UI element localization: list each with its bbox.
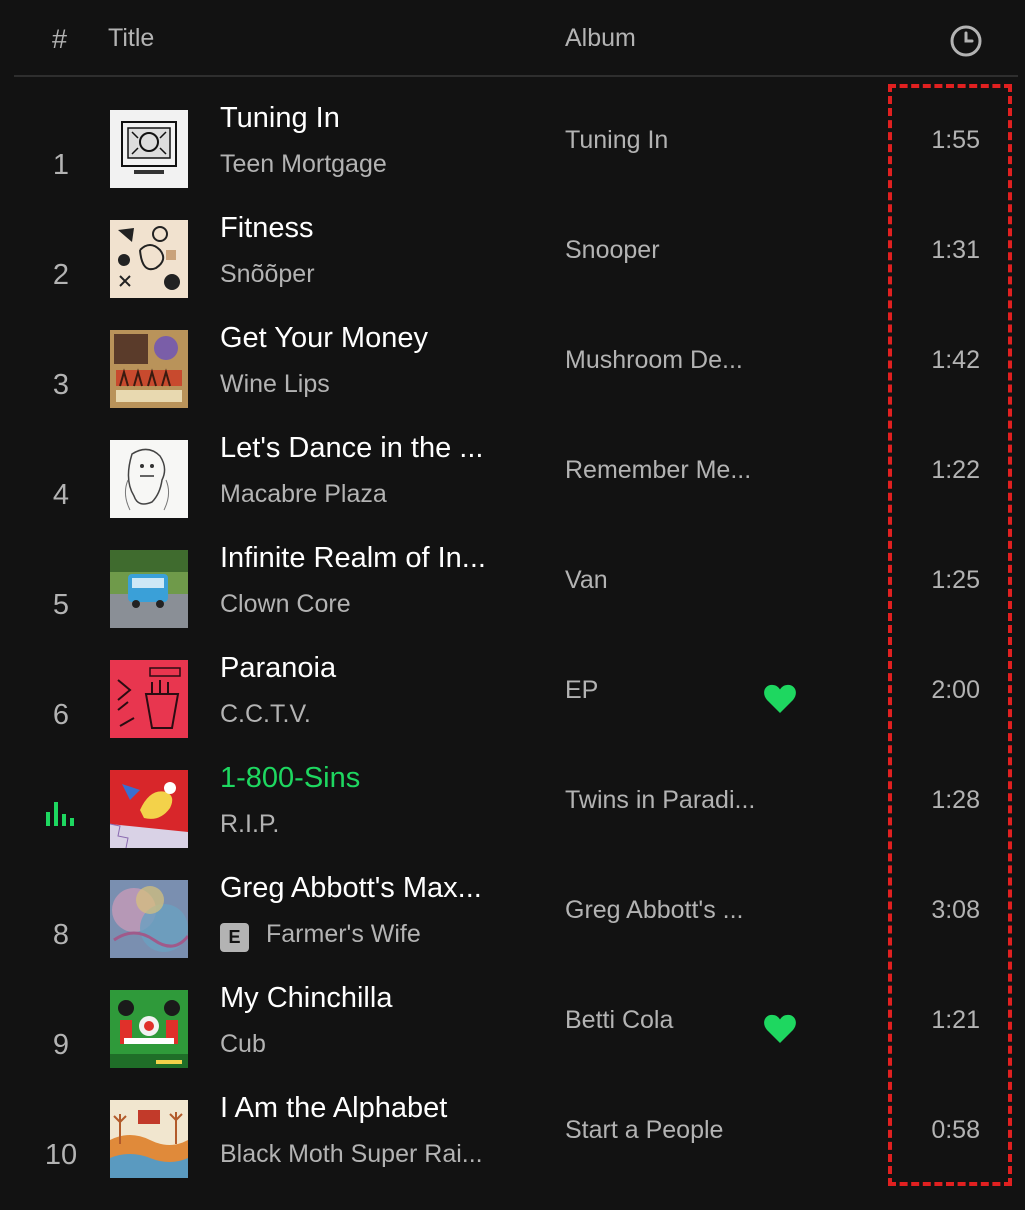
header-title-column[interactable]: Title [108,24,154,53]
track-title[interactable]: Infinite Realm of In... [220,542,520,575]
track-number: 4 [52,479,70,511]
track-album[interactable]: Van [565,566,795,595]
track-album[interactable]: Twins in Paradi... [565,786,795,815]
album-art [110,660,188,738]
track-album[interactable]: Start a People [565,1116,795,1145]
track-row[interactable]: 4 Let's Dance in the ... Macabre Plaza R… [0,432,1025,550]
header-divider [14,75,1018,77]
track-artist[interactable]: Clown Core [220,590,520,619]
track-artist[interactable]: C.C.T.V. [220,700,520,729]
track-number: 9 [52,1029,70,1061]
track-number: 8 [52,919,70,951]
track-artist[interactable]: Macabre Plaza [220,480,520,509]
track-title[interactable]: Paranoia [220,652,520,685]
heart-icon[interactable] [763,683,797,715]
album-art [110,990,188,1068]
track-row[interactable]: 1 Tuning In Teen Mortgage Tuning In 1:55 [0,102,1025,220]
track-title[interactable]: 1-800-Sins [220,762,520,795]
album-art [110,1100,188,1178]
track-album[interactable]: Mushroom De... [565,346,795,375]
album-art [110,550,188,628]
track-number: 1 [52,149,70,181]
track-artist[interactable]: Teen Mortgage [220,150,520,179]
track-number: 10 [44,1139,78,1171]
track-title[interactable]: Let's Dance in the ... [220,432,520,465]
album-art [110,440,188,518]
track-number: 2 [52,259,70,291]
album-art [110,110,188,188]
track-title[interactable]: Tuning In [220,102,520,135]
track-row[interactable]: 8 Greg Abbott's Max... E Farmer's Wife G… [0,872,1025,990]
track-album[interactable]: Snooper [565,236,795,265]
track-artist[interactable]: Wine Lips [220,370,520,399]
track-row[interactable]: 9 My Chinchilla Cub Betti Cola 1:21 [0,982,1025,1100]
track-row[interactable]: 6 Paranoia C.C.T.V. EP 2:00 [0,652,1025,770]
track-row[interactable]: 2 Fitness Snõõper Snooper 1:31 [0,212,1025,330]
duration-column-highlight [888,84,1012,1186]
track-artist[interactable]: Black Moth Super Rai... [220,1140,520,1169]
track-row[interactable]: 5 Infinite Realm of In... Clown Core Van… [0,542,1025,660]
album-art [110,330,188,408]
album-art [110,220,188,298]
track-title[interactable]: Get Your Money [220,322,520,355]
track-album[interactable]: Greg Abbott's ... [565,896,795,925]
explicit-badge: E [220,923,249,952]
track-number: 5 [52,589,70,621]
track-title[interactable]: My Chinchilla [220,982,520,1015]
track-title[interactable]: I Am the Alphabet [220,1092,520,1125]
track-artist[interactable]: Cub [220,1030,520,1059]
track-row[interactable]: 1-800-Sins R.I.P. Twins in Paradi... 1:2… [0,762,1025,880]
album-art [110,880,188,958]
equalizer-icon [44,796,78,830]
track-title[interactable]: Greg Abbott's Max... [220,872,520,905]
tracklist-header: # Title Album [0,0,1025,76]
header-album-column[interactable]: Album [565,24,636,53]
track-album[interactable]: Betti Cola [565,1006,795,1035]
track-number: 3 [52,369,70,401]
track-album[interactable]: Tuning In [565,126,795,155]
track-number: 6 [52,699,70,731]
clock-icon[interactable] [949,24,983,58]
header-number: # [52,24,68,54]
track-artist[interactable]: Snõõper [220,260,520,289]
track-row[interactable]: 3 Get Your Money Wine Lips Mushroom De..… [0,322,1025,440]
track-title[interactable]: Fitness [220,212,520,245]
track-artist[interactable]: Farmer's Wife [266,920,526,949]
track-album[interactable]: Remember Me... [565,456,795,485]
album-art [110,770,188,848]
track-artist[interactable]: R.I.P. [220,810,520,839]
heart-icon[interactable] [763,1013,797,1045]
track-row[interactable]: 10 I Am the Alphabet Black Moth Super Ra… [0,1092,1025,1210]
track-album[interactable]: EP [565,676,795,705]
